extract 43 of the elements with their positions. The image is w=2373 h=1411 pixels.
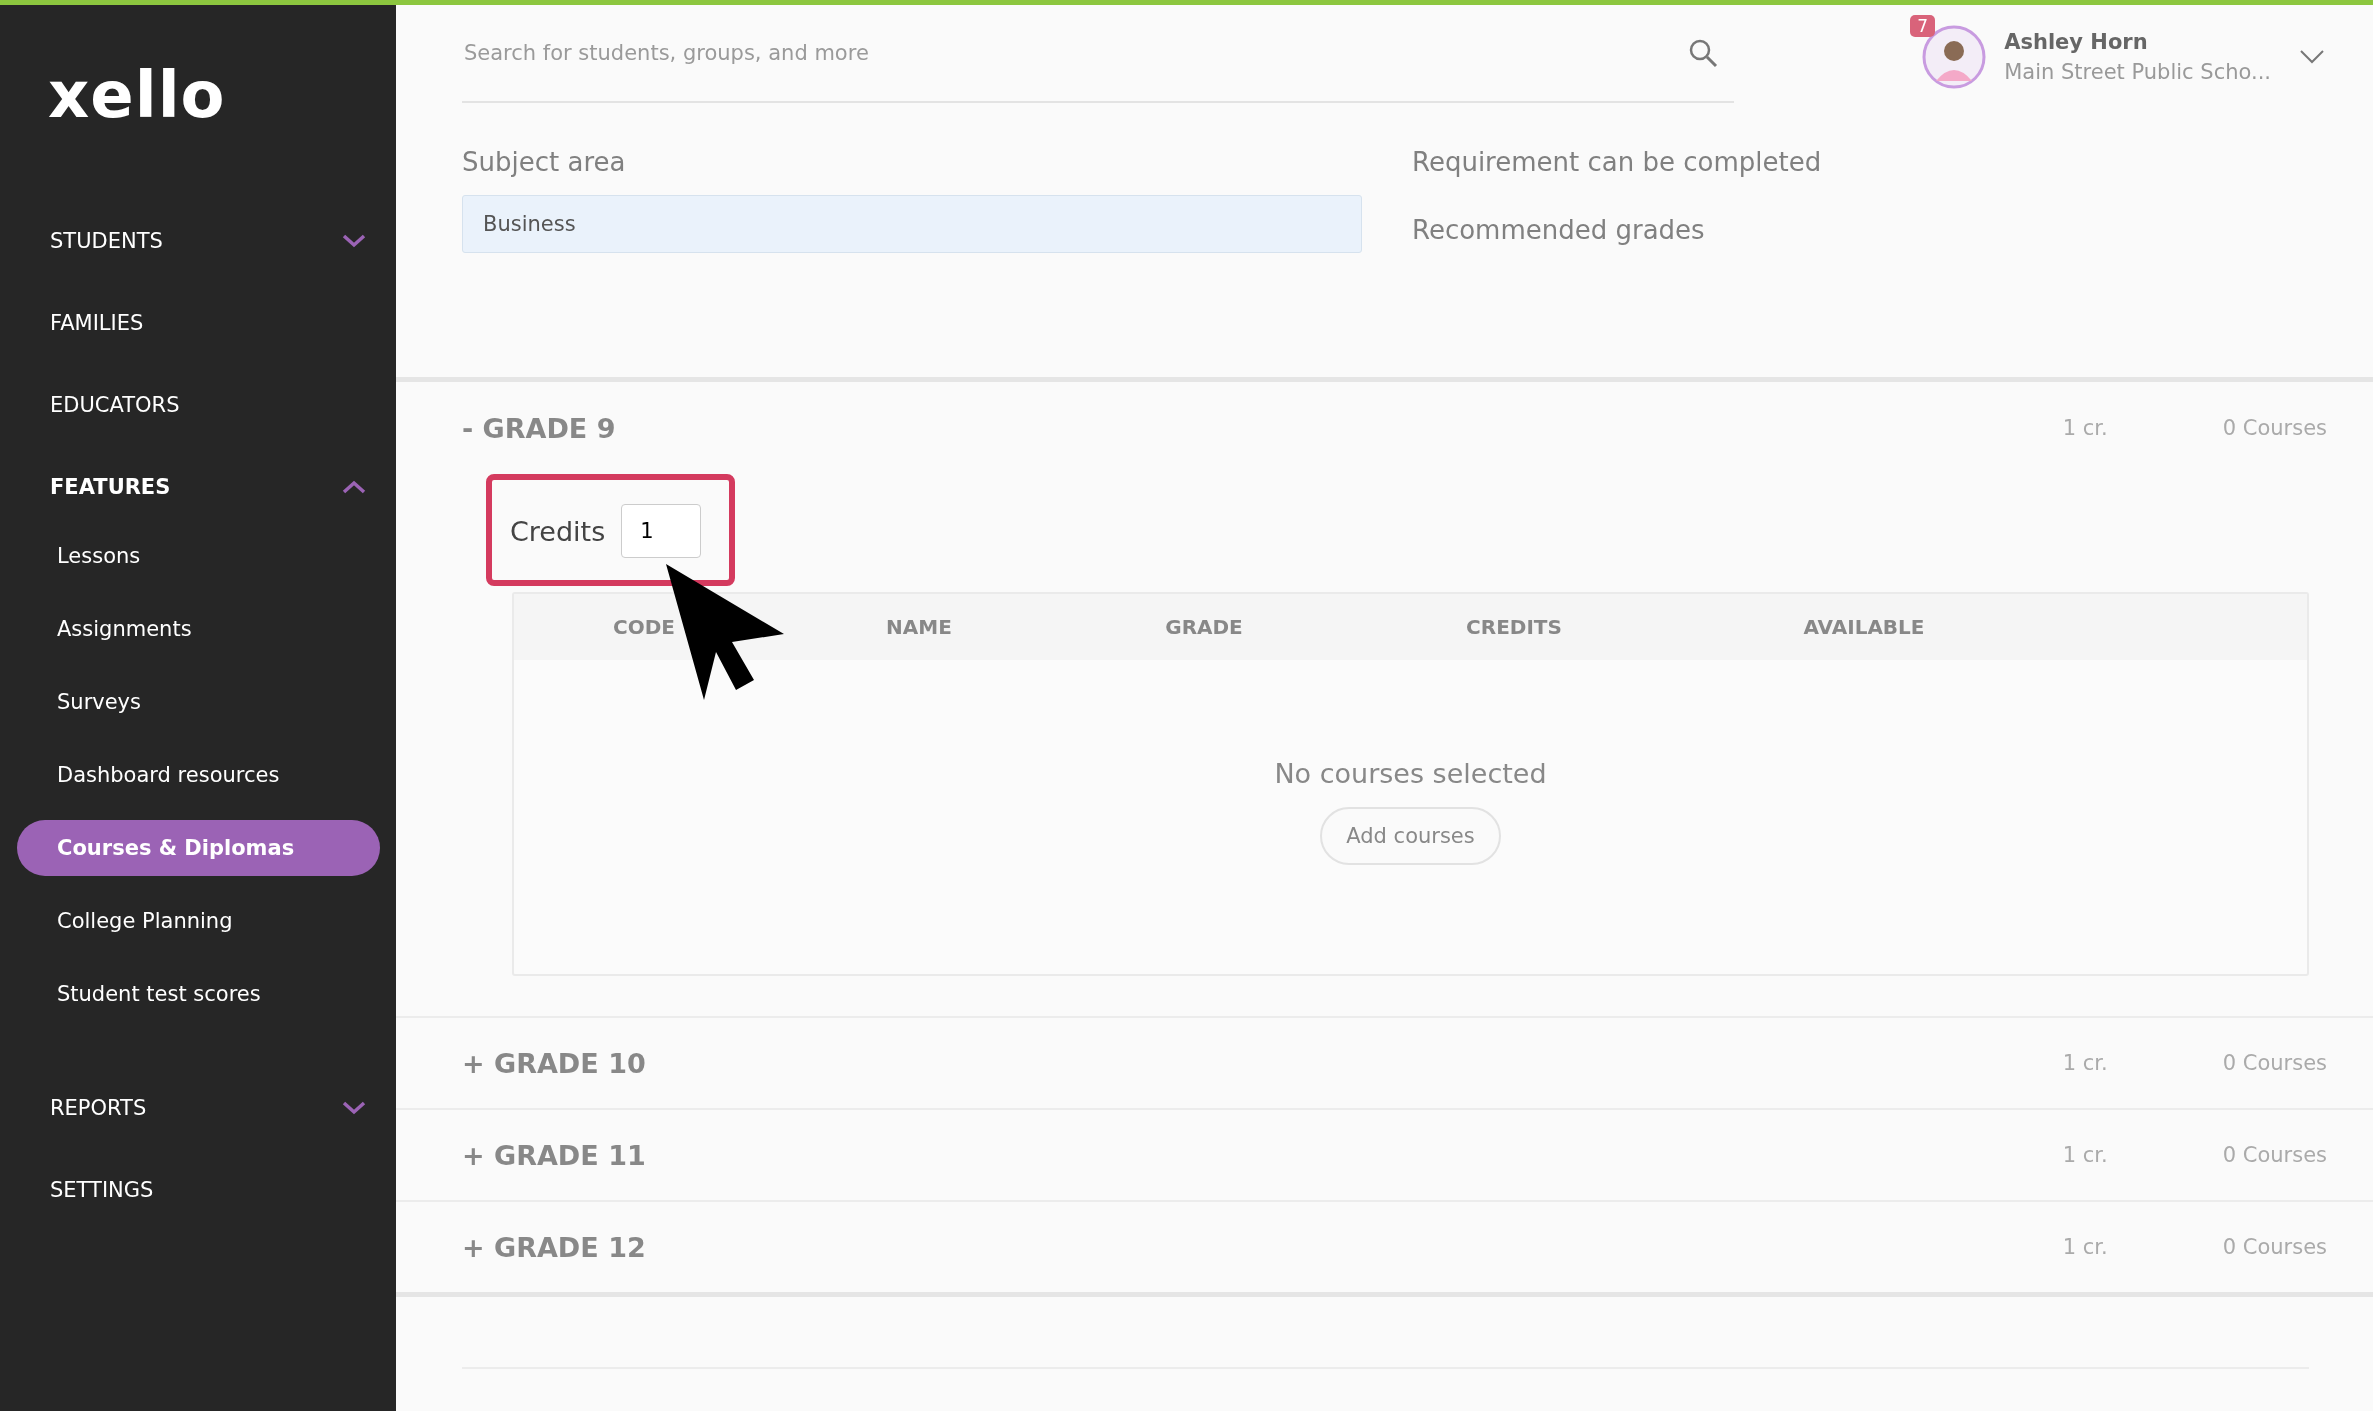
notification-badge: 7 <box>1910 15 1935 37</box>
credits-summary: 1 cr. <box>2062 1051 2109 1075</box>
credits-summary: 1 cr. <box>2062 1143 2109 1167</box>
sidebar-nav-item[interactable]: FAMILIES <box>0 282 396 364</box>
sidebar-sub-item[interactable]: Courses & Diplomas <box>17 820 380 876</box>
field-label: Recommended grades <box>1412 215 1706 245</box>
chevron-down-icon <box>342 234 366 248</box>
sidebar-sub-item[interactable]: Assignments <box>17 601 380 657</box>
sidebar-sub-item[interactable]: Surveys <box>17 674 380 730</box>
search-field[interactable]: Search for students, groups, and more <box>462 40 1688 66</box>
search-icon[interactable] <box>1688 38 1718 68</box>
chevron-up-icon <box>342 480 366 494</box>
sidebar-nav-item[interactable]: STUDENTS <box>0 200 396 282</box>
sidebar-sub-item[interactable]: Lessons <box>17 528 380 584</box>
column-header: GRADE <box>1164 615 1244 639</box>
sidebar-nav-item[interactable]: FEATURES <box>0 446 396 528</box>
column-header: AVAILABLE <box>1802 615 1926 639</box>
sidebar-nav-item[interactable]: EDUCATORS <box>0 364 396 446</box>
courses-summary: 0 Courses <box>2222 1051 2327 1075</box>
chevron-down-icon[interactable] <box>2299 49 2325 65</box>
user-name: Ashley Horn <box>2004 30 2149 54</box>
sidebar-sub-item[interactable]: Dashboard resources <box>17 747 380 803</box>
courses-summary: 0 Courses <box>2222 416 2327 440</box>
sidebar-sub-item[interactable]: College Planning <box>17 893 380 949</box>
column-header: NAME <box>885 615 953 639</box>
school-name: Main Street Public Scho... <box>2004 60 2271 84</box>
sidebar-sub-item[interactable]: Student test scores <box>17 966 380 1022</box>
courses-summary: 0 Courses <box>2222 1235 2327 1259</box>
empty-message: No courses selected <box>1274 758 1547 789</box>
column-header: CREDITS <box>1465 615 1563 639</box>
chevron-down-icon <box>342 1101 366 1115</box>
courses-summary: 0 Courses <box>2222 1143 2327 1167</box>
sidebar-nav-item[interactable]: SETTINGS <box>0 1149 396 1231</box>
credits-input[interactable]: 1 <box>621 504 702 558</box>
field-label: Requirement can be completed <box>1412 147 1823 177</box>
credits-label: Credits <box>510 515 606 547</box>
credits-summary: 1 cr. <box>2062 1235 2109 1259</box>
field-label: Subject area <box>462 147 627 177</box>
column-header: CODE <box>612 615 676 639</box>
xello-logo: xello <box>48 63 226 127</box>
credits-summary: 1 cr. <box>2062 416 2109 440</box>
sidebar-nav-item[interactable]: REPORTS <box>0 1067 396 1149</box>
subject-area-field[interactable]: Business <box>462 195 1362 253</box>
